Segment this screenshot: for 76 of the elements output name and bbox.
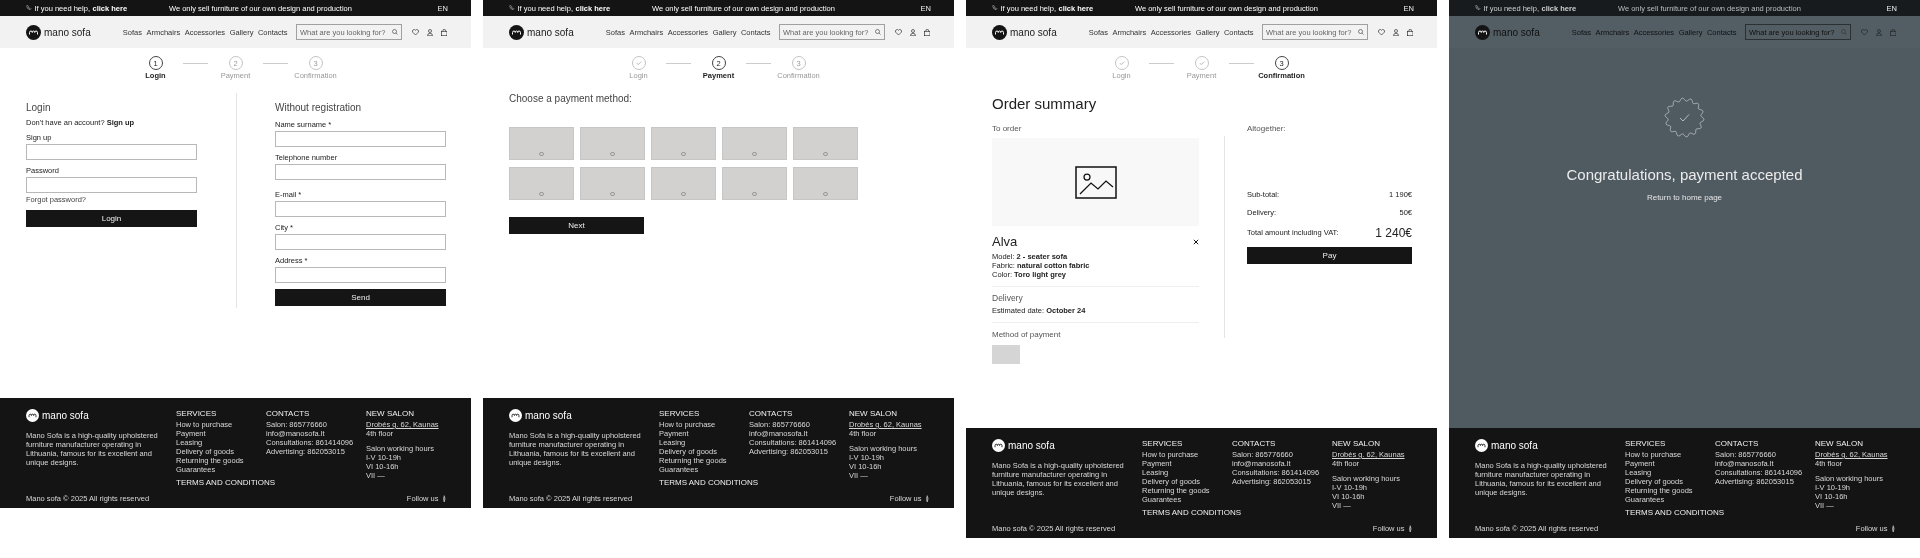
column-heading: CONTACTS [266,409,310,418]
payment-option[interactable] [509,127,574,160]
terms-link[interactable]: TERMS AND CONDITIONS [1142,508,1242,517]
payment-option[interactable] [722,127,787,160]
column-heading: CONTACTS [1715,439,1759,448]
logo-icon [1475,24,1490,40]
input-field[interactable] [26,144,197,160]
product-name: Alva [992,234,1018,249]
section-title: Choose a payment method: [509,93,632,105]
column-heading: NEW SALON [849,409,897,418]
logo-text[interactable]: mano sofa [527,26,574,38]
section-title: Without registration [275,102,362,114]
radio-button[interactable] [539,191,544,196]
input-field[interactable] [26,177,197,193]
section-title: Method of payment [992,330,1061,339]
input-field[interactable] [275,164,446,180]
payment-option[interactable] [651,127,716,160]
logo-text[interactable]: mano sofa [44,26,91,38]
send-button[interactable]: Send [275,289,446,306]
terms-link[interactable]: TERMS AND CONDITIONS [1625,508,1725,517]
column-heading: SERVICES [176,409,217,418]
terms-link[interactable]: TERMS AND CONDITIONS [659,478,759,487]
logo-text[interactable]: mano sofa [1010,26,1057,38]
payment-option[interactable] [651,167,716,200]
logo-text[interactable]: mano sofa [525,410,572,421]
payment-option[interactable] [793,167,858,200]
radio-button[interactable] [681,191,686,196]
logo-text[interactable]: mano sofa [42,410,89,421]
payment-option[interactable] [509,167,574,200]
input-field[interactable] [275,201,446,217]
radio-button[interactable] [539,151,544,156]
column-heading: CONTACTS [1232,439,1276,448]
radio-button[interactable] [752,191,757,196]
payment-option[interactable] [580,167,645,200]
section-title: Login [26,102,51,114]
radio-button[interactable] [823,191,828,196]
column-heading: SERVICES [1142,439,1183,448]
radio-button[interactable] [610,191,615,196]
logo-icon [509,24,524,40]
column-heading: NEW SALON [366,409,414,418]
home-link[interactable]: Return to home page [1646,193,1723,202]
success-message: Congratulations, payment accepted [1566,166,1803,183]
input-field[interactable] [275,234,446,250]
column-heading: SERVICES [1625,439,1666,448]
terms-link[interactable]: TERMS AND CONDITIONS [176,478,276,487]
payment-option[interactable] [793,127,858,160]
column-heading: CONTACTS [749,409,793,418]
section-title: To order [992,124,1022,133]
column-heading: NEW SALON [1332,439,1380,448]
section-title: Delivery [992,293,1023,303]
total-value: 1 240€ [1375,225,1412,240]
radio-button[interactable] [610,151,615,156]
payment-option[interactable] [722,167,787,200]
input-field[interactable] [275,267,446,283]
login-button[interactable]: Login [26,210,197,227]
image-icon [1074,165,1117,199]
page-title: Order summary [992,95,1097,112]
next-button[interactable]: Next [509,217,644,234]
payment-option[interactable] [580,127,645,160]
logo-icon [992,24,1007,40]
logo-icon [26,409,39,422]
input-field[interactable] [275,131,446,147]
payment-method-thumbnail [992,345,1020,364]
pay-button[interactable]: Pay [1247,247,1412,264]
logo-text[interactable]: mano sofa [1008,440,1055,451]
column-heading: SERVICES [659,409,700,418]
column-heading: NEW SALON [1815,439,1863,448]
radio-button[interactable] [681,151,686,156]
radio-button[interactable] [752,151,757,156]
logo-icon [26,24,41,40]
logo-icon [992,439,1005,452]
logo-text[interactable]: mano sofa [1491,440,1538,451]
section-title: Altogether: [1247,124,1286,133]
logo-icon [1475,439,1488,452]
logo-icon [509,409,522,422]
radio-button[interactable] [823,151,828,156]
